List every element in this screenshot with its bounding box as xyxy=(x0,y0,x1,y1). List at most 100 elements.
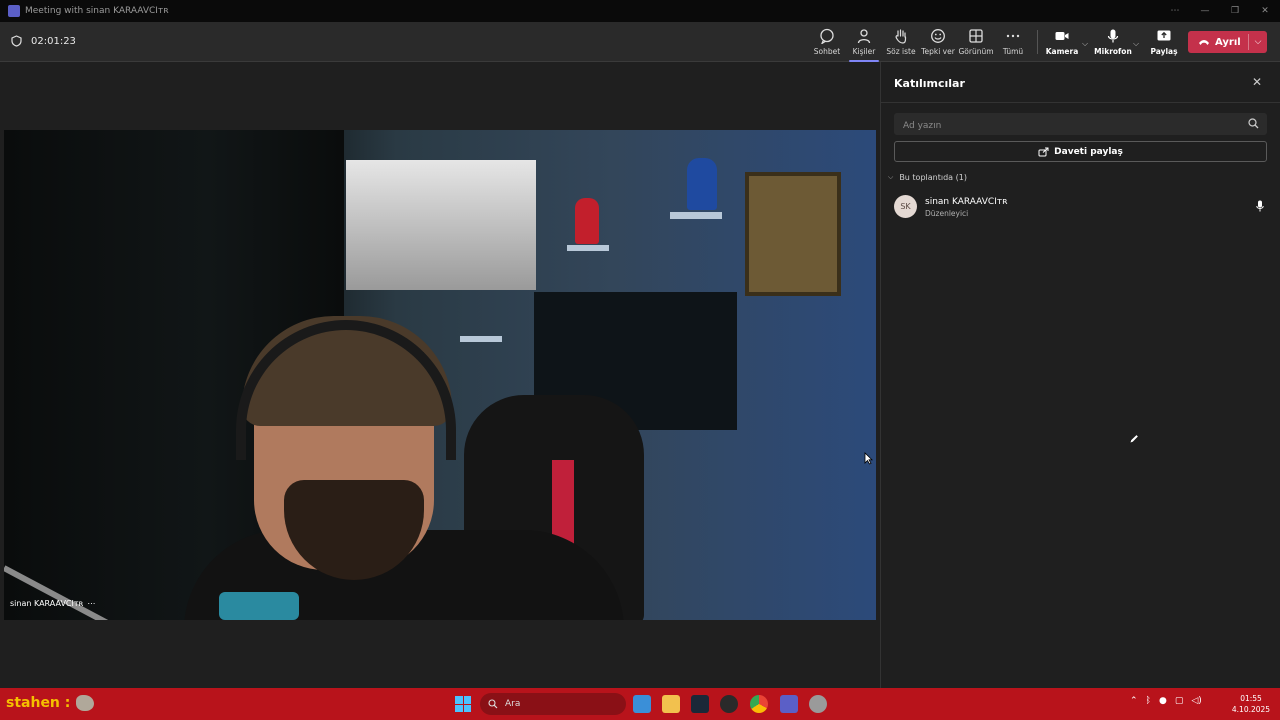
window-title: Meeting with sinan KARAAVCIᴛʀ xyxy=(25,6,169,16)
raise-hand-label: Söz iste xyxy=(886,47,916,56)
share-label: Paylaş xyxy=(1150,47,1178,56)
stream-overlay: stahen : xyxy=(6,695,95,711)
people-label: Kişiler xyxy=(852,47,876,56)
chevron-down-icon: ⌵ xyxy=(888,173,894,181)
search-icon[interactable] xyxy=(1248,118,1259,129)
video-shelf xyxy=(460,336,502,342)
camera-options-chevron-icon[interactable]: ⌵ xyxy=(1082,39,1088,49)
toolbar-divider xyxy=(1037,30,1038,54)
display-icon[interactable]: ▢ xyxy=(1175,696,1184,706)
system-tray: ⌃ ᛒ ● ▢ ◁) xyxy=(1130,696,1202,706)
participant-name: sinan KARAAVCIᴛʀ xyxy=(10,599,84,608)
chat-button[interactable]: Sohbet xyxy=(808,27,846,59)
mouse-cursor-icon xyxy=(864,452,873,465)
taskbar: stahen : Ara ⌃ ᛒ ● ▢ ◁) 01:55 4.10.2025 xyxy=(0,688,1280,720)
hand-icon xyxy=(895,29,907,44)
view-label: Görünüm xyxy=(958,47,994,56)
grid-view-icon xyxy=(969,29,983,43)
windows-start-icon[interactable] xyxy=(455,696,471,712)
meeting-timer: 02:01:23 xyxy=(11,35,76,47)
participant-name-tag: sinan KARAAVCIᴛʀ ⋯ xyxy=(10,599,95,608)
share-icon xyxy=(1038,147,1049,156)
more-button[interactable]: Tümü xyxy=(994,27,1032,59)
hang-up-icon xyxy=(1199,40,1209,45)
share-button[interactable]: Paylaş xyxy=(1145,27,1183,59)
participants-panel: Katılımcılar ✕ Daveti paylaş ⌵ Bu toplan… xyxy=(880,62,1280,688)
video-figure-blue xyxy=(687,158,717,210)
teams-app-icon xyxy=(8,5,20,17)
file-explorer-icon[interactable] xyxy=(662,695,680,713)
video-shelf xyxy=(567,245,609,251)
leave-options-chevron-icon[interactable]: ⌵ xyxy=(1249,37,1267,47)
shield-icon xyxy=(11,35,22,47)
video-figure-red xyxy=(575,198,599,244)
close-window-button[interactable]: ✕ xyxy=(1250,0,1280,22)
minimize-button[interactable]: — xyxy=(1190,0,1220,22)
chat-icon xyxy=(820,28,834,44)
more-dots-icon xyxy=(1006,34,1020,38)
window-titlebar: Meeting with sinan KARAAVCIᴛʀ ⋯ — ❒ ✕ xyxy=(0,0,1280,22)
participant-video: sinan KARAAVCIᴛʀ ⋯ xyxy=(4,130,876,620)
avatar: SK xyxy=(894,195,917,218)
participant-row[interactable]: SK sinan KARAAVCIᴛʀ Düzenleyici xyxy=(894,195,1274,219)
camera-label: Kamera xyxy=(1045,47,1079,56)
camera-button[interactable]: Kamera xyxy=(1043,27,1081,59)
panel-divider xyxy=(881,102,1280,103)
meeting-toolbar: 02:01:23 Sohbet Kişiler Söz iste Tepki v… xyxy=(0,22,1280,62)
raise-hand-button[interactable]: Söz iste xyxy=(882,27,920,59)
taskbar-search[interactable]: Ara xyxy=(480,693,626,715)
obs-icon[interactable] xyxy=(720,695,738,713)
more-label: Tümü xyxy=(1002,47,1024,56)
teams-taskbar-icon[interactable] xyxy=(780,695,798,713)
microphone-icon xyxy=(1107,29,1119,43)
bluetooth-icon[interactable]: ᛒ xyxy=(1146,696,1151,706)
share-invite-label: Daveti paylaş xyxy=(1054,146,1123,157)
chrome-icon[interactable] xyxy=(750,695,768,713)
participant-more-icon[interactable]: ⋯ xyxy=(87,599,95,608)
settings-gear-icon[interactable] xyxy=(809,695,827,713)
participant-search-input[interactable] xyxy=(894,115,1267,137)
mic-options-chevron-icon[interactable]: ⌵ xyxy=(1133,39,1139,49)
video-framed-portrait xyxy=(745,172,841,296)
mic-tray-icon[interactable]: ● xyxy=(1159,696,1167,706)
volume-icon[interactable]: ◁) xyxy=(1191,696,1201,706)
share-invite-button[interactable]: Daveti paylaş xyxy=(894,141,1267,162)
section-label: Bu toplantıda (1) xyxy=(899,173,967,182)
bird-icon xyxy=(76,695,95,711)
participant-row-name: sinan KARAAVCIᴛʀ xyxy=(925,197,1008,207)
search-icon xyxy=(488,699,498,709)
meeting-stage: sinan KARAAVCIᴛʀ ⋯ xyxy=(0,62,880,688)
restore-button[interactable]: ❒ xyxy=(1220,0,1250,22)
panel-title: Katılımcılar xyxy=(894,77,965,90)
close-panel-icon[interactable]: ✕ xyxy=(1249,74,1265,90)
streamer-text: stahen : xyxy=(6,695,71,711)
taskbar-search-placeholder: Ara xyxy=(505,699,521,709)
mic-label: Mikrofon xyxy=(1094,47,1132,56)
window-more-icon[interactable]: ⋯ xyxy=(1160,0,1190,22)
tray-chevron-up-icon[interactable]: ⌃ xyxy=(1130,696,1138,706)
people-icon xyxy=(857,29,871,44)
participant-role: Düzenleyici xyxy=(925,209,969,218)
people-button[interactable]: Kişiler xyxy=(845,27,883,62)
clock-date: 4.10.2025 xyxy=(1231,705,1271,714)
taskbar-clock[interactable]: 01:55 4.10.2025 xyxy=(1228,693,1274,715)
leave-button[interactable]: Ayrıl ⌵ xyxy=(1188,31,1267,53)
steam-icon[interactable] xyxy=(691,695,709,713)
widgets-app-icon[interactable] xyxy=(633,695,651,713)
view-button[interactable]: Görünüm xyxy=(957,27,995,59)
react-label: Tepki ver xyxy=(921,47,955,56)
video-mic-light xyxy=(219,592,299,620)
video-chess-painting xyxy=(346,160,536,290)
clock-time: 01:55 xyxy=(1240,694,1262,703)
microphone-icon xyxy=(1256,200,1264,212)
leave-label: Ayrıl xyxy=(1215,36,1241,48)
react-button[interactable]: Tepki ver xyxy=(919,27,957,59)
timer-text: 02:01:23 xyxy=(31,35,76,47)
chat-label: Sohbet xyxy=(813,47,841,56)
share-screen-icon xyxy=(1157,30,1171,41)
smile-icon xyxy=(931,29,945,43)
video-shelf xyxy=(670,212,722,219)
pen-cursor-icon xyxy=(1129,434,1139,444)
mic-button[interactable]: Mikrofon xyxy=(1094,27,1132,59)
in-meeting-section[interactable]: ⌵ Bu toplantıda (1) xyxy=(888,173,967,182)
